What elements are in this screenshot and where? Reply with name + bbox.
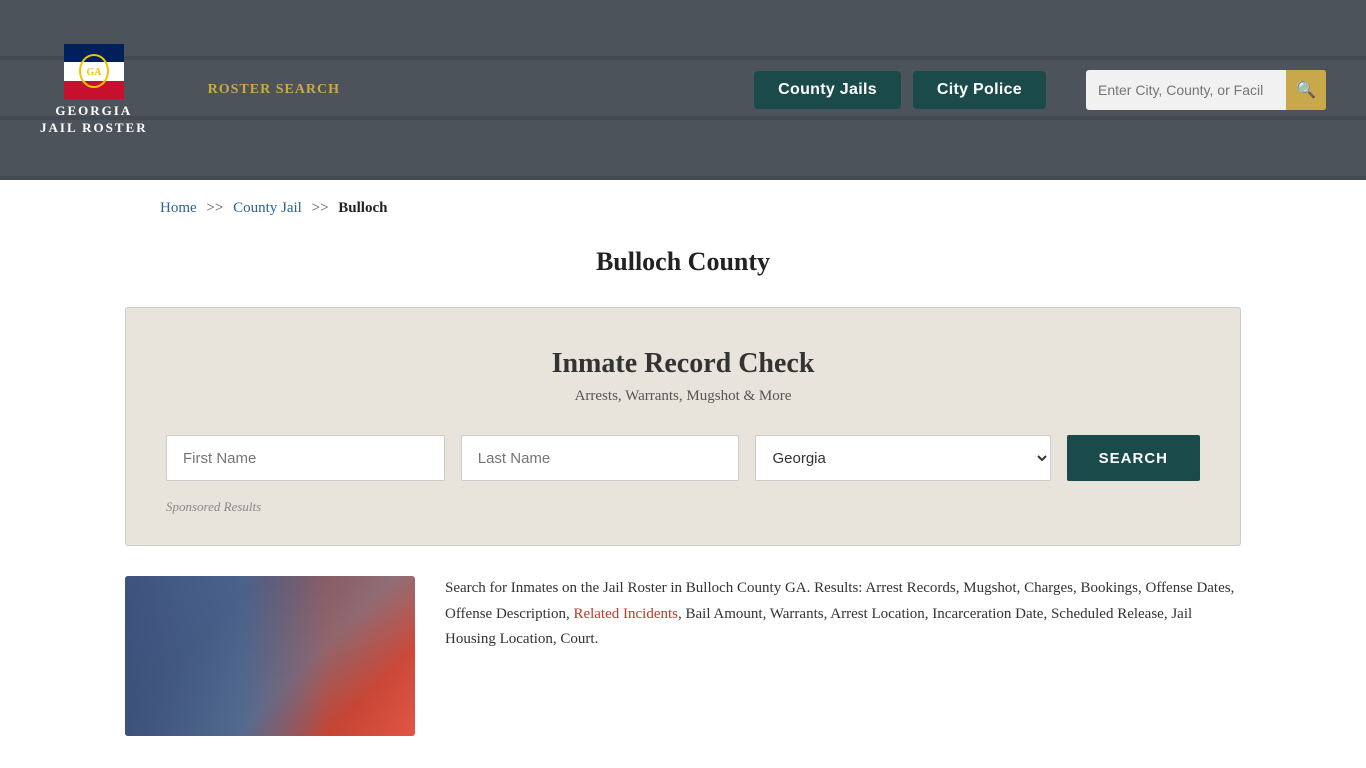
- breadcrumb-home[interactable]: Home: [160, 200, 197, 216]
- header-search-button[interactable]: 🔍: [1286, 70, 1326, 110]
- breadcrumb: Home >> County Jail >> Bulloch: [0, 180, 1366, 237]
- breadcrumb-current: Bulloch: [338, 200, 387, 216]
- hero-header: GA GEORGIA JAIL ROSTER ROSTER SEARCH Cou…: [0, 0, 1366, 180]
- logo-text: GEORGIA JAIL ROSTER: [40, 103, 148, 137]
- inmate-search-button[interactable]: SEARCH: [1067, 435, 1200, 481]
- site-logo: GA GEORGIA JAIL ROSTER: [40, 44, 148, 137]
- header-search-input[interactable]: [1086, 82, 1286, 98]
- roster-search-link[interactable]: ROSTER SEARCH: [208, 82, 340, 98]
- bottom-content-area: Search for Inmates on the Jail Roster in…: [125, 576, 1241, 766]
- georgia-flag-icon: GA: [64, 44, 124, 99]
- county-description: Search for Inmates on the Jail Roster in…: [445, 576, 1241, 736]
- nav-buttons: County Jails City Police: [754, 71, 1046, 109]
- inmate-record-subtitle: Arrests, Warrants, Mugshot & More: [166, 388, 1200, 405]
- last-name-input[interactable]: [461, 435, 740, 481]
- inmate-search-form: AlabamaAlaskaArizonaArkansasCaliforniaCo…: [166, 435, 1200, 481]
- breadcrumb-sep-1: >>: [206, 200, 223, 216]
- county-image: [125, 576, 415, 736]
- page-title: Bulloch County: [0, 247, 1366, 277]
- highlight-text: Related Incidents: [573, 606, 678, 622]
- breadcrumb-county-jail[interactable]: County Jail: [233, 200, 302, 216]
- state-select[interactable]: AlabamaAlaskaArizonaArkansasCaliforniaCo…: [755, 435, 1050, 481]
- county-jails-button[interactable]: County Jails: [754, 71, 901, 109]
- search-icon: 🔍: [1296, 80, 1316, 100]
- county-image-inner: [125, 576, 415, 736]
- nav-area: ROSTER SEARCH County Jails City Police 🔍: [208, 70, 1326, 110]
- first-name-input[interactable]: [166, 435, 445, 481]
- header-search-bar: 🔍: [1086, 70, 1326, 110]
- breadcrumb-sep-2: >>: [312, 200, 329, 216]
- svg-text:GA: GA: [86, 67, 102, 78]
- inmate-record-box: Inmate Record Check Arrests, Warrants, M…: [125, 307, 1241, 546]
- inmate-record-title: Inmate Record Check: [166, 348, 1200, 380]
- city-police-button[interactable]: City Police: [913, 71, 1046, 109]
- sponsored-results-label: Sponsored Results: [166, 499, 1200, 515]
